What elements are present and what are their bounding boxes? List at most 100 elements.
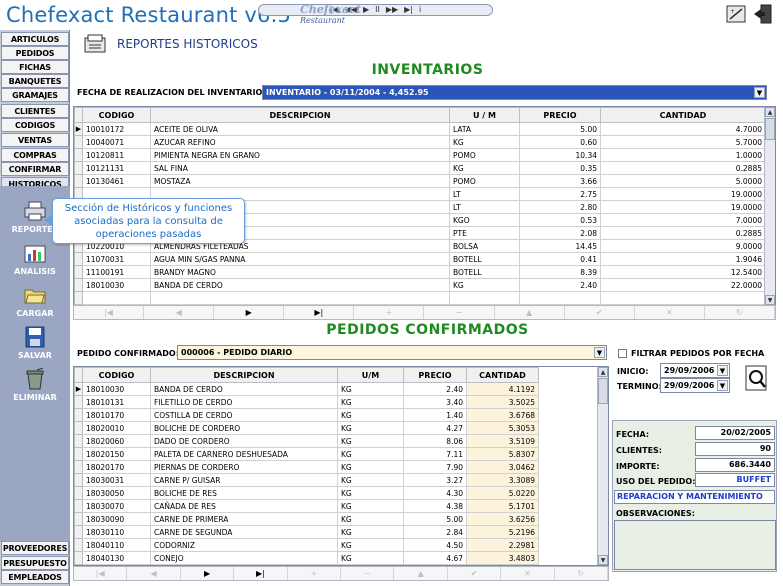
nav-cancel-button[interactable]: ✕ — [635, 306, 705, 319]
cell-cantidad[interactable]: 3.3089 — [466, 473, 539, 487]
cell-cantidad[interactable]: 5.8307 — [466, 447, 539, 461]
cell-precio[interactable]: 10.34 — [519, 148, 601, 162]
media-forward-button[interactable]: ▶▶ — [386, 5, 398, 15]
sidebar-item-gramajes[interactable]: GRAMAJES — [1, 88, 69, 102]
row-selector[interactable]: ▶ — [74, 122, 83, 136]
sidebar-item-presupuesto[interactable]: PRESUPUESTO — [1, 556, 69, 570]
sidebar-item-articulos[interactable]: ARTICULOS — [1, 32, 69, 46]
media-info-button[interactable]: i — [419, 5, 421, 15]
table-row[interactable]: 11100191 BRANDY MAGNO BOTELL 8.39 12.5400 — [74, 265, 766, 279]
row-selector[interactable] — [74, 174, 83, 188]
cell-codigo[interactable]: 11070031 — [82, 252, 151, 266]
cell-descripcion[interactable]: AGUA MIN S/GAS PANNA — [150, 252, 450, 266]
table-row[interactable]: 10120811 PIMIENTA NEGRA EN GRANO POMO 10.34… — [74, 148, 766, 162]
cell-precio[interactable]: 7.90 — [403, 460, 467, 474]
cell-codigo[interactable]: 10120811 — [82, 148, 151, 162]
column-header-codigo[interactable]: CODIGO — [82, 107, 151, 123]
table-row[interactable]: 10130461 MOSTAZA POMO 3.66 5.0000 — [74, 174, 766, 188]
nav-edit-button[interactable]: ▲ — [394, 567, 448, 580]
media-pause-button[interactable]: II — [375, 5, 380, 15]
cell-descripcion[interactable]: DADO DE CORDERO — [150, 434, 338, 448]
cell-um[interactable]: BOLSA — [449, 239, 520, 253]
cell-um[interactable]: KG — [337, 486, 404, 500]
cell-descripcion[interactable]: CARNE DE PRIMERA — [150, 512, 338, 526]
nav-next-button[interactable]: ▶ — [181, 567, 235, 580]
cell-cantidad[interactable]: 4.7000 — [600, 122, 766, 136]
cell-cantidad[interactable]: 4.1192 — [466, 382, 539, 396]
cell-precio[interactable] — [519, 291, 601, 305]
inventory-date-select[interactable]: INVENTARIO - 03/11/2004 - 4,452.95 ▼ — [262, 85, 767, 100]
cell-um[interactable]: KG — [337, 525, 404, 539]
cell-descripcion[interactable]: CONEJO — [150, 551, 338, 565]
table-row[interactable] — [74, 291, 766, 305]
column-header-um[interactable]: U / M — [449, 107, 520, 123]
sidebar-item-empleados[interactable]: EMPLEADOS — [1, 570, 69, 584]
column-header-cantidad[interactable]: CANTIDAD — [466, 367, 539, 383]
cell-cantidad[interactable]: 3.6256 — [466, 512, 539, 526]
cell-precio[interactable]: 5.00 — [403, 512, 467, 526]
cell-precio[interactable]: 2.40 — [519, 278, 601, 292]
cell-precio[interactable]: 3.27 — [403, 473, 467, 487]
cell-um[interactable]: KG — [337, 408, 404, 422]
cell-cantidad[interactable]: 5.2196 — [466, 525, 539, 539]
cell-precio[interactable]: 2.08 — [519, 226, 601, 240]
cell-descripcion[interactable]: CAÑADA DE RES — [150, 499, 338, 513]
table-row[interactable]: 18020150 PALETA DE CARNERO DESHUESADA KG 7.… — [74, 447, 539, 461]
cell-codigo[interactable]: 18030070 — [82, 499, 151, 513]
filter-by-date-checkbox[interactable] — [618, 349, 627, 358]
nav-cancel-button[interactable]: ✕ — [501, 567, 555, 580]
column-header-precio[interactable]: PRECIO — [519, 107, 601, 123]
nav-insert-button[interactable]: + — [288, 567, 342, 580]
cell-codigo[interactable]: 18040130 — [82, 551, 151, 565]
cell-descripcion[interactable]: ACEITE DE OLIVA — [150, 122, 450, 136]
cell-codigo[interactable]: 10040071 — [82, 135, 151, 149]
cell-um[interactable]: KG — [449, 161, 520, 175]
scroll-up-icon[interactable]: ▲ — [598, 367, 608, 377]
cell-codigo[interactable]: 10010172 — [82, 122, 151, 136]
row-selector[interactable] — [74, 148, 83, 162]
cell-descripcion[interactable]: BANDA DE CERDO — [150, 278, 450, 292]
cell-precio[interactable]: 2.84 — [403, 525, 467, 539]
table-row[interactable]: 10121131 SAL FINA KG 0.35 0.2885 — [74, 161, 766, 175]
column-header-um[interactable]: U/M — [337, 367, 404, 383]
cell-codigo[interactable]: 10121131 — [82, 161, 151, 175]
nav-refresh-button[interactable]: ↻ — [705, 306, 775, 319]
cell-um[interactable] — [449, 291, 520, 305]
table-row[interactable]: 18020170 PIERNAS DE CORDERO KG 7.90 3.0462 — [74, 460, 539, 474]
row-selector[interactable]: ▶ — [74, 382, 83, 396]
table-row[interactable]: 11070031 AGUA MIN S/GAS PANNA BOTELL 0.41 1.… — [74, 252, 766, 266]
row-selector[interactable] — [74, 447, 83, 461]
cell-precio[interactable]: 4.38 — [403, 499, 467, 513]
row-selector[interactable] — [74, 538, 83, 552]
cell-cantidad[interactable]: 3.5025 — [466, 395, 539, 409]
nav-first-button[interactable]: |◀ — [74, 567, 128, 580]
scroll-up-icon[interactable]: ▲ — [765, 107, 775, 117]
cell-codigo[interactable]: 18020170 — [82, 460, 151, 474]
table-row[interactable]: 18030110 CARNE DE SEGUNDA KG 2.84 5.2196 — [74, 525, 539, 539]
nav-refresh-button[interactable]: ↻ — [555, 567, 609, 580]
cell-um[interactable]: KG — [337, 460, 404, 474]
cell-precio[interactable]: 3.66 — [519, 174, 601, 188]
sidebar-item-ventas[interactable]: VENTAS — [1, 133, 69, 147]
cell-cantidad[interactable]: 0.2885 — [600, 226, 766, 240]
cell-um[interactable]: POMO — [449, 148, 520, 162]
nav-next-button[interactable]: ▶ — [214, 306, 285, 319]
cell-cantidad[interactable]: 3.6768 — [466, 408, 539, 422]
cell-precio[interactable]: 2.40 — [403, 382, 467, 396]
cell-um[interactable]: KG — [337, 473, 404, 487]
cell-descripcion[interactable]: CODORNIZ — [150, 538, 338, 552]
cell-codigo[interactable] — [82, 291, 151, 305]
row-selector[interactable] — [74, 421, 83, 435]
cell-precio[interactable]: 4.27 — [403, 421, 467, 435]
cell-um[interactable]: KG — [337, 382, 404, 396]
sidebar-item-codigos[interactable]: CODIGOS — [1, 118, 69, 132]
cell-descripcion[interactable]: COSTILLA DE CERDO — [150, 408, 338, 422]
cell-precio[interactable]: 7.11 — [403, 447, 467, 461]
nav-post-button[interactable]: ✔ — [448, 567, 502, 580]
cell-precio[interactable]: 2.75 — [519, 187, 601, 201]
cell-descripcion[interactable]: BOLICHE DE RES — [150, 486, 338, 500]
cell-precio[interactable]: 14.45 — [519, 239, 601, 253]
cell-codigo[interactable]: 18020010 — [82, 421, 151, 435]
row-selector[interactable] — [74, 460, 83, 474]
nav-post-button[interactable]: ✔ — [565, 306, 635, 319]
